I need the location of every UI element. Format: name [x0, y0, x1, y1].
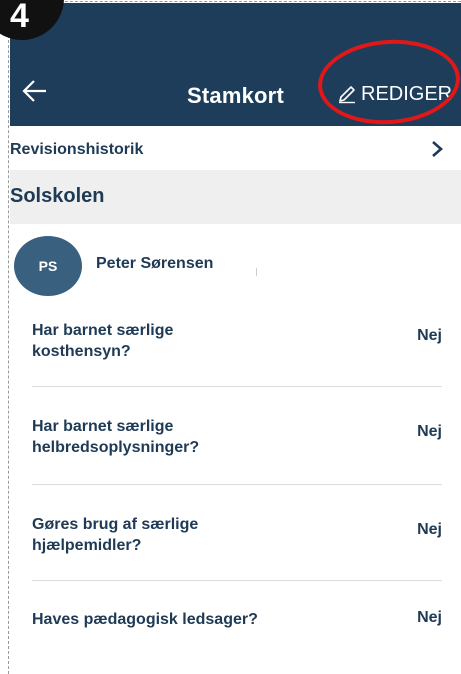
separator-mark — [256, 268, 257, 276]
row-divider — [32, 386, 442, 387]
question-text: Gøres brug af særlige hjælpemidler? — [32, 516, 199, 554]
row-divider — [32, 580, 442, 581]
chevron-right-icon — [432, 141, 443, 157]
child-name: Peter Sørensen — [96, 255, 214, 272]
question-answer: Nej — [417, 521, 442, 538]
question-answer: Nej — [417, 327, 442, 344]
revision-history-row[interactable]: Revisionshistorik — [10, 126, 461, 170]
school-name: Solskolen — [10, 185, 105, 207]
school-section-header: Solskolen — [10, 170, 461, 224]
question-answer: Nej — [417, 423, 442, 440]
avatar: PS — [14, 236, 82, 296]
question-text: Har barnet særlige helbredsoplysninger? — [32, 418, 200, 456]
row-divider — [32, 484, 442, 485]
frame-top-border — [40, 1, 461, 2]
avatar-initials: PS — [38, 258, 58, 274]
question-text: Har barnet særlige kosthensyn? — [32, 322, 174, 360]
step-number: 4 — [10, 0, 29, 35]
question-text: Haves pædagogisk ledsager? — [32, 611, 258, 628]
revision-history-label: Revisionshistorik — [10, 141, 144, 158]
question-answer: Nej — [417, 609, 442, 626]
